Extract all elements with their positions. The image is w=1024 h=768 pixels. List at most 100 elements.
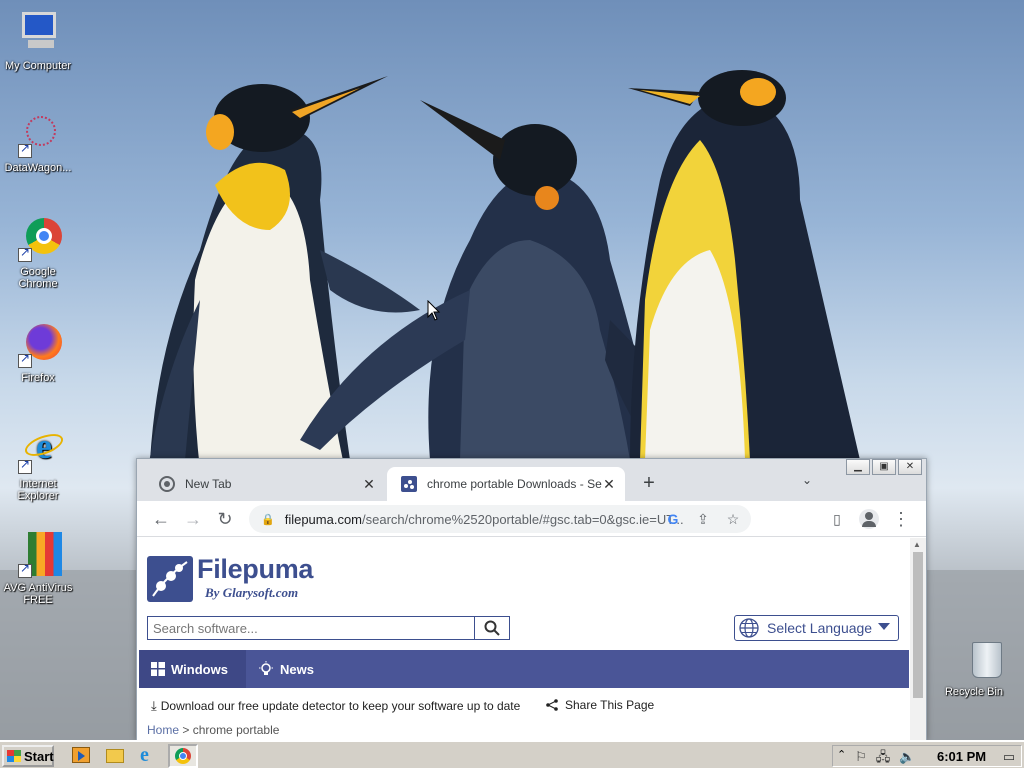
tab-search-button[interactable]: ⌄ xyxy=(797,473,817,493)
quicklaunch-internet-explorer[interactable]: e xyxy=(140,744,160,766)
recycle-bin-icon xyxy=(950,636,1002,684)
volume-icon[interactable]: 🔈 xyxy=(899,749,915,765)
desktop-icon-label: Recycle Bin xyxy=(944,686,1004,698)
avatar xyxy=(859,509,879,529)
desktop-icon-google-chrome[interactable]: Google Chrome xyxy=(0,216,76,290)
shortcut-arrow-icon xyxy=(18,142,32,158)
nav-item-news[interactable]: News xyxy=(246,650,346,688)
web-page: Filepuma By Glarysoft.com Select Languag… xyxy=(137,538,909,740)
my-computer-icon xyxy=(14,10,62,58)
tab-strip: New Tab ✕ chrome portable Downloads - Se… xyxy=(137,459,926,501)
tab-label: chrome portable Downloads - Se xyxy=(427,477,602,491)
nav-item-windows[interactable]: Windows xyxy=(139,650,246,688)
filepuma-logo[interactable]: Filepuma By Glarysoft.com xyxy=(147,554,327,606)
desktop-icon-firefox[interactable]: Firefox xyxy=(0,322,76,384)
forward-arrow-icon: → xyxy=(184,509,202,529)
chrome-icon xyxy=(14,216,62,264)
nav-item-label: Windows xyxy=(171,661,228,677)
caret-down-icon xyxy=(878,623,890,630)
globe-icon xyxy=(739,618,759,638)
desktop-icon-datawagon[interactable]: DataWagon... xyxy=(0,112,76,174)
page-scrollbar[interactable]: ▲ xyxy=(910,538,926,740)
search-button[interactable] xyxy=(474,616,510,640)
desktop-icon-internet-explorer[interactable]: e Internet Explorer xyxy=(0,428,76,502)
network-icon[interactable]: 🖧 xyxy=(875,749,891,765)
window-controls: ▁ ▣ ✕ xyxy=(844,459,922,475)
clock[interactable]: 6:01 PM xyxy=(937,749,986,764)
bookmark-star-icon[interactable]: ☆ xyxy=(721,505,745,533)
breadcrumb-current: chrome portable xyxy=(192,723,280,737)
desktop-icon-label: Firefox xyxy=(21,372,55,384)
action-center-flag-icon[interactable]: ⚐ xyxy=(853,749,869,765)
folder-icon xyxy=(106,749,124,763)
kebab-menu-icon: ⋮ xyxy=(892,509,910,529)
windows-flag-icon xyxy=(7,750,21,762)
share-page-link[interactable]: Share This Page xyxy=(545,698,654,712)
desktop-icon-label: AVG AntiVirus FREE xyxy=(3,582,73,606)
firefox-icon xyxy=(14,322,62,370)
quicklaunch-media-player[interactable] xyxy=(72,746,92,766)
chrome-icon xyxy=(159,476,175,492)
show-desktop-icon[interactable]: ▭ xyxy=(1001,749,1017,765)
desktop-icon-label: DataWagon... xyxy=(4,162,72,174)
side-panel-button[interactable]: ▯ xyxy=(825,507,849,531)
close-button[interactable]: ✕ xyxy=(898,459,922,475)
shortcut-arrow-icon xyxy=(18,562,32,578)
filepuma-logo-icon xyxy=(147,556,193,602)
scrollbar-thumb[interactable] xyxy=(913,552,923,698)
desktop-icon-avg-antivirus[interactable]: AVG AntiVirus FREE xyxy=(0,532,76,606)
reload-button[interactable]: ↻ xyxy=(213,507,237,531)
language-select-label: Select Language xyxy=(767,620,873,636)
logo-byline: By Glarysoft.com xyxy=(205,585,299,600)
menu-button[interactable]: ⋮ xyxy=(889,507,913,531)
windows-icon xyxy=(151,662,165,676)
avg-antivirus-icon xyxy=(14,532,62,580)
new-tab-button[interactable]: + xyxy=(637,472,661,496)
quicklaunch-explorer[interactable] xyxy=(106,746,126,766)
download-icon: ⤓ xyxy=(151,698,157,713)
address-bar[interactable]: 🔒 filepuma.com /search/chrome%2520portab… xyxy=(249,505,751,533)
tab-close-button[interactable]: ✕ xyxy=(601,476,617,492)
language-select[interactable]: Select Language xyxy=(734,615,899,641)
minimize-button[interactable]: ▁ xyxy=(846,459,870,475)
taskbar: Start e ⌃ ⚐ 🖧 🔈 6:01 PM ▭ xyxy=(0,740,1024,768)
forward-button[interactable]: → xyxy=(181,507,205,531)
taskbar-button-chrome[interactable] xyxy=(168,744,198,768)
google-lens-icon[interactable]: G xyxy=(661,505,685,533)
share-icon[interactable]: ⇪ xyxy=(691,505,715,533)
chevron-down-icon: ⌄ xyxy=(801,473,813,487)
profile-button[interactable] xyxy=(857,507,881,531)
browser-toolbar: ← → ↻ 🔒 filepuma.com /search/chrome%2520… xyxy=(137,501,926,537)
desktop-icon-label: My Computer xyxy=(4,60,72,72)
maximize-button[interactable]: ▣ xyxy=(872,459,896,475)
update-detector-link[interactable]: ⤓ Download our free update detector to k… xyxy=(151,698,520,714)
share-icon xyxy=(546,699,558,711)
back-button[interactable]: ← xyxy=(149,507,173,531)
show-hidden-icons-button[interactable]: ⌃ xyxy=(837,748,846,761)
shortcut-arrow-icon xyxy=(18,458,32,474)
url-host: filepuma.com xyxy=(284,511,363,527)
tab-new-tab[interactable]: New Tab ✕ xyxy=(145,467,385,501)
tab-close-button[interactable]: ✕ xyxy=(361,476,377,492)
main-nav: Windows News xyxy=(139,650,909,688)
media-player-icon xyxy=(72,747,90,763)
back-arrow-icon: ← xyxy=(152,509,170,529)
breadcrumb-home-link[interactable]: Home xyxy=(147,723,179,737)
internet-explorer-icon: e xyxy=(14,428,66,476)
side-panel-icon: ▯ xyxy=(833,511,841,527)
breadcrumb: Home > chrome portable xyxy=(147,723,279,737)
lock-icon: 🔒 xyxy=(261,513,275,526)
url-path: /search/chrome%2520portable/#gsc.tab=0&g… xyxy=(362,511,684,527)
start-button[interactable]: Start xyxy=(2,745,54,767)
desktop-icon-label: Internet Explorer xyxy=(17,478,59,502)
tab-filepuma-search[interactable]: chrome portable Downloads - Se ✕ xyxy=(387,467,625,501)
search-input[interactable] xyxy=(147,616,475,640)
datawagon-icon xyxy=(14,112,62,160)
desktop-icon-my-computer[interactable]: My Computer xyxy=(0,10,76,72)
filepuma-favicon xyxy=(401,476,417,492)
scroll-up-icon[interactable]: ▲ xyxy=(913,540,921,549)
tab-label: New Tab xyxy=(185,477,232,491)
internet-explorer-icon: e xyxy=(140,744,149,766)
lightbulb-icon xyxy=(259,661,273,675)
desktop-icon-recycle-bin[interactable]: Recycle Bin xyxy=(936,636,1012,698)
